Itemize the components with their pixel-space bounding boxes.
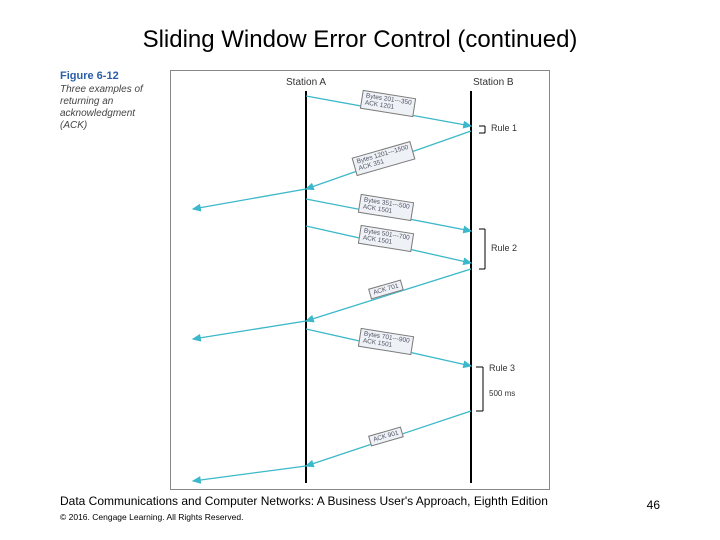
page-number: 46: [647, 498, 660, 512]
copyright: © 2016. Cengage Learning. All Rights Res…: [60, 512, 660, 522]
figure-number: Figure 6-12: [60, 70, 119, 82]
footer: Data Communications and Computer Network…: [60, 492, 660, 522]
figure-caption: Three examples of returning an acknowled…: [60, 84, 160, 132]
figure-area: Figure 6-12 Three examples of returning …: [60, 70, 660, 490]
book-title: Data Communications and Computer Network…: [60, 494, 548, 508]
page-title: Sliding Window Error Control (continued): [0, 0, 720, 58]
diagram-frame: Station A Station B: [170, 70, 550, 490]
timer-label: 500 ms: [489, 389, 515, 398]
sequence-diagram: [171, 71, 551, 491]
rule-label: Rule 1: [491, 123, 517, 133]
rule-label: Rule 3: [489, 363, 515, 373]
rule-label: Rule 2: [491, 243, 517, 253]
